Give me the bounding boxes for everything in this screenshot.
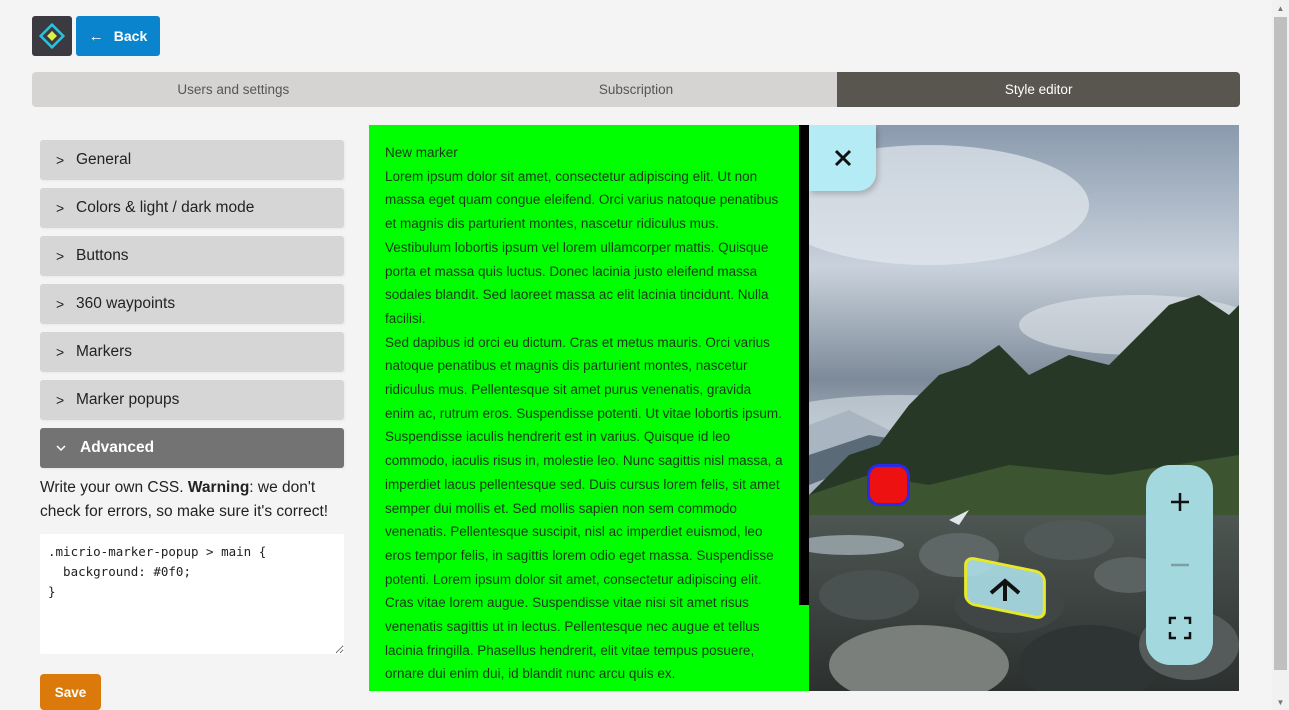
popup-title: New marker [385, 145, 458, 160]
arrow-left-icon: ← [88, 27, 104, 45]
fullscreen-button[interactable] [1155, 603, 1205, 653]
section-label: Marker popups [76, 391, 180, 408]
close-popup-button[interactable] [809, 125, 876, 191]
plus-icon [1170, 493, 1189, 512]
popup-paragraph: Sed dapibus id orci eu dictum. Cras et m… [385, 334, 783, 587]
chevron-right-icon: > [56, 344, 65, 360]
minus-icon [1170, 563, 1189, 567]
popup-scrollbar[interactable] [799, 125, 809, 605]
style-sections-sidebar: > General > Colors & light / dark mode >… [40, 140, 344, 659]
save-button[interactable]: Save [40, 674, 101, 710]
chevron-right-icon: > [56, 152, 65, 168]
tab-subscription[interactable]: Subscription [434, 72, 838, 107]
popup-body: New marker Lorem ipsum dolor sit amet, c… [369, 125, 799, 686]
chevron-right-icon: > [56, 200, 65, 216]
section-marker-popups[interactable]: > Marker popups [40, 380, 344, 420]
chevron-down-icon [56, 441, 80, 455]
marker[interactable] [867, 464, 910, 506]
chevron-right-icon: > [56, 248, 65, 264]
tab-users-and-settings[interactable]: Users and settings [32, 72, 435, 107]
close-icon [834, 149, 851, 167]
chevron-right-icon: > [56, 392, 65, 408]
zoom-out-button[interactable] [1155, 540, 1205, 590]
marker-popup: New marker Lorem ipsum dolor sit amet, c… [369, 125, 809, 691]
fullscreen-icon [1168, 616, 1191, 639]
tab-bar: Users and settings Subscription Style ed… [32, 72, 1240, 107]
viewer-controls [1146, 465, 1213, 665]
section-colors[interactable]: > Colors & light / dark mode [40, 188, 344, 228]
back-button[interactable]: ← Back [76, 16, 160, 56]
section-label: General [76, 151, 132, 168]
custom-css-textarea[interactable] [40, 534, 344, 654]
popup-paragraph: Cras vitae lorem augue. Suspendisse vita… [385, 595, 760, 682]
arrow-up-icon [989, 578, 1021, 601]
zoom-in-button[interactable] [1155, 477, 1205, 527]
warning-label: Warning [187, 479, 250, 496]
section-label: Advanced [80, 439, 155, 456]
diamond-logo-icon [38, 22, 66, 50]
scroll-up-arrow-icon[interactable]: ▲ [1272, 1, 1289, 15]
desc-text: Write your own CSS. [40, 479, 188, 496]
advanced-description: Write your own CSS. Warning: we don't ch… [40, 476, 344, 524]
section-label: Markers [76, 343, 132, 360]
section-general[interactable]: > General [40, 140, 344, 180]
scroll-down-arrow-icon[interactable]: ▼ [1272, 695, 1289, 709]
back-label: Back [113, 28, 148, 44]
section-label: Colors & light / dark mode [76, 199, 255, 216]
section-label: Buttons [76, 247, 129, 264]
section-label: 360 waypoints [76, 295, 176, 312]
section-buttons[interactable]: > Buttons [40, 236, 344, 276]
section-advanced[interactable]: Advanced [40, 428, 344, 468]
section-markers[interactable]: > Markers [40, 332, 344, 372]
scrollbar-thumb[interactable] [1274, 17, 1287, 670]
tab-style-editor[interactable]: Style editor [837, 72, 1240, 107]
page-scrollbar[interactable]: ▲ ▼ [1272, 0, 1289, 710]
chevron-right-icon: > [56, 296, 65, 312]
style-preview: New marker Lorem ipsum dolor sit amet, c… [369, 125, 1239, 691]
logo-button[interactable] [32, 16, 72, 56]
popup-paragraph: Lorem ipsum dolor sit amet, consectetur … [385, 168, 779, 326]
section-360-waypoints[interactable]: > 360 waypoints [40, 284, 344, 324]
